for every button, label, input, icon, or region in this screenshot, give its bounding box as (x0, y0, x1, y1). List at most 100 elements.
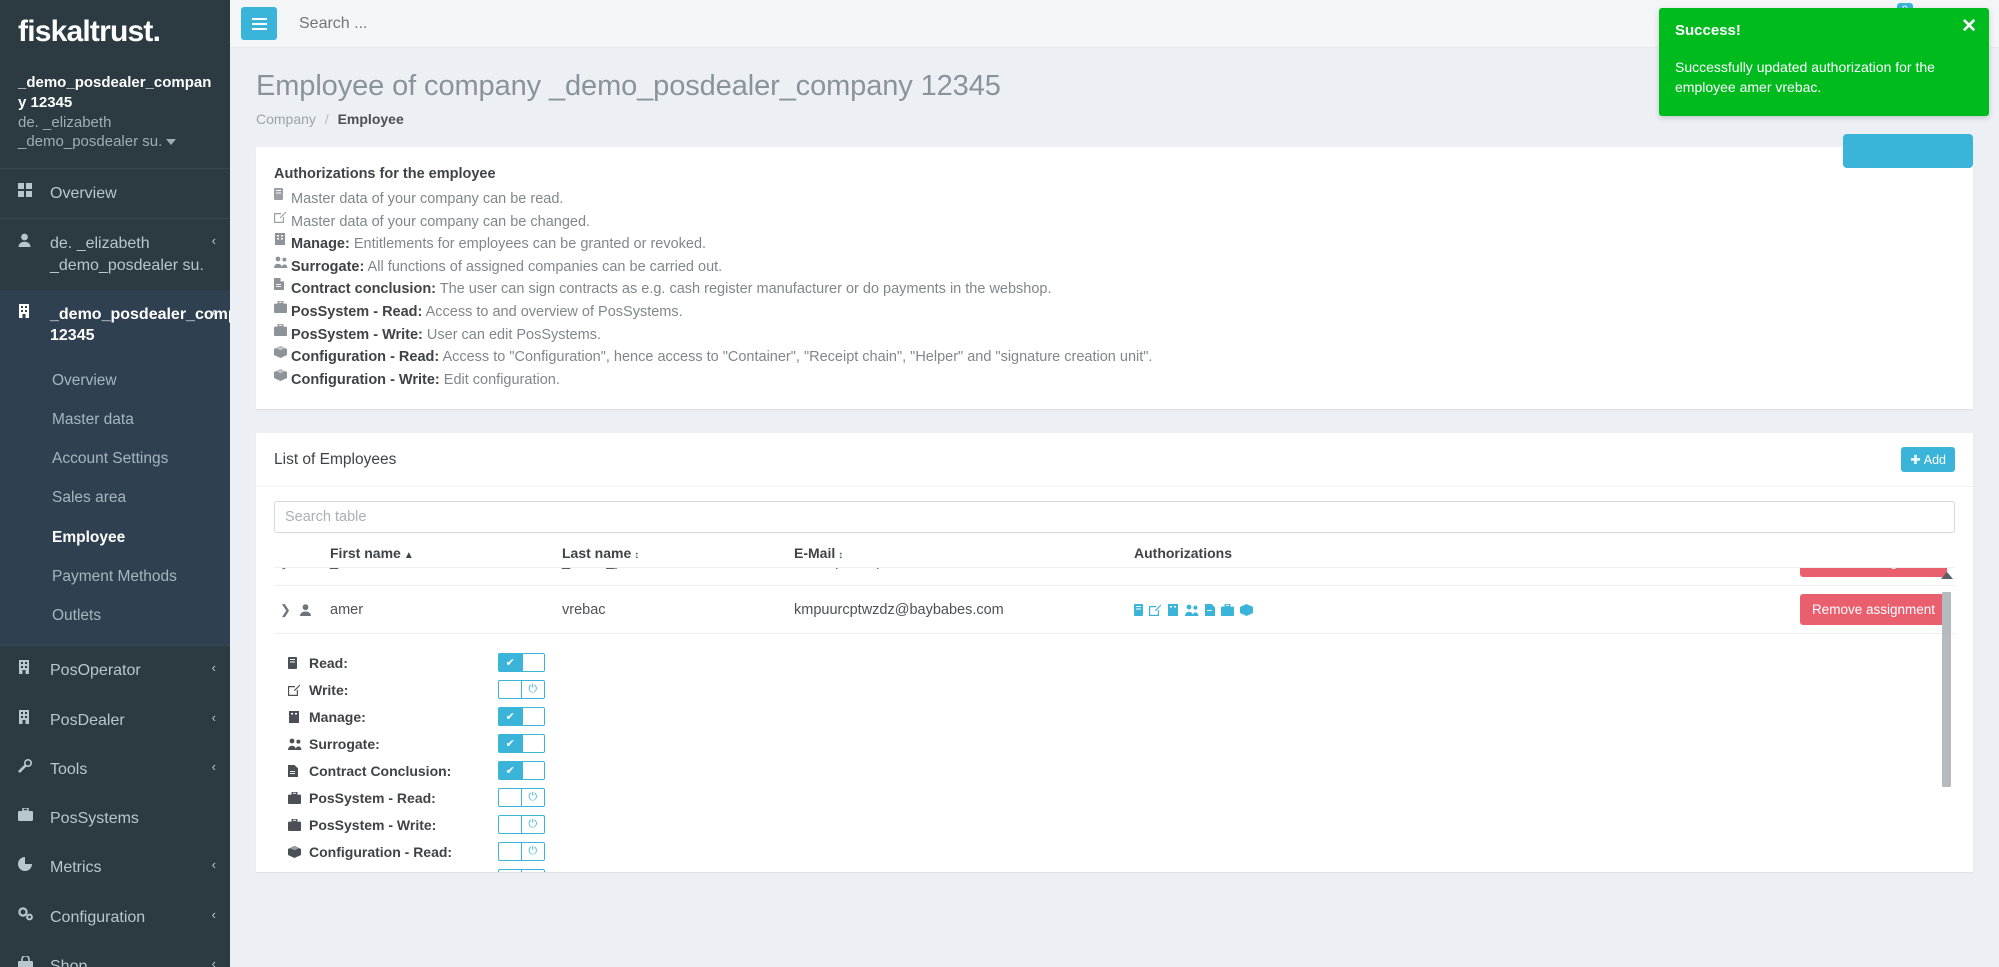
row-first-name: _elizabeth (330, 568, 562, 570)
toggle-label-write: Write: (288, 682, 498, 698)
sidebar-item-tools[interactable]: Tools ‹ (0, 745, 230, 794)
table-header-email[interactable]: E-Mail ↕ (794, 545, 1134, 561)
sidebar-item-shop[interactable]: Shop ‹ (0, 942, 230, 967)
breadcrumb-company[interactable]: Company (256, 111, 316, 127)
chevron-left-icon: ‹ (211, 906, 216, 922)
sidebar-item-payment-methods[interactable]: Payment Methods (0, 557, 230, 596)
toggle-configuration-write[interactable]: ⏻ (498, 869, 545, 873)
sidebar-item-account-settings[interactable]: Account Settings (0, 439, 230, 478)
configuration-icon (288, 845, 302, 858)
sidebar-nav-bottom: PosOperator ‹ PosDealer ‹ Tools ‹ PosSys… (0, 645, 230, 967)
sidebar-item-outlets[interactable]: Outlets (0, 596, 230, 635)
read-icon (288, 656, 302, 669)
auth-info-text: Master data of your company can be read. (291, 191, 564, 207)
table-row[interactable]: ❯ amer vrebac kmpuurcptwzdz@baybabes.com (274, 586, 1955, 635)
table-row[interactable]: ❯ _elizabeth _demo_posdealer demo-portal… (274, 567, 1955, 587)
auth-info-bold: Configuration - Write: (291, 371, 440, 388)
chevron-left-icon: ‹ (211, 660, 216, 676)
toggle-write[interactable]: ⏻ (498, 680, 545, 700)
page-header-action-button[interactable] (1843, 134, 1973, 168)
chevron-left-icon: ‹ (211, 857, 216, 873)
sidebar-item-employee[interactable]: Employee (0, 518, 230, 557)
sidebar-item-sales-area[interactable]: Sales area (0, 478, 230, 517)
sidebar-item-configuration[interactable]: Configuration ‹ (0, 893, 230, 942)
table-scroll-region: ❯ _elizabeth _demo_posdealer demo-portal… (274, 567, 1955, 873)
chevron-down-icon[interactable]: ❯ (280, 602, 291, 618)
auth-info-row: Master data of your company can be read. (274, 188, 1955, 211)
auth-info-desc: Access to "Configuration", hence access … (439, 349, 1153, 366)
auth-info-text: Master data of your company can be chang… (291, 213, 591, 230)
auth-info-text: Surrogate: All functions of assigned com… (291, 256, 722, 279)
search-input[interactable] (299, 14, 619, 33)
toggle-read[interactable]: ✔ (498, 653, 545, 673)
hamburger-icon[interactable] (241, 7, 277, 40)
contract-icon (1205, 567, 1215, 568)
briefcase-icon (18, 808, 40, 822)
authorizations-info-title: Authorizations for the employee (274, 166, 496, 182)
check-icon: ✔ (505, 738, 515, 751)
scrollbar-thumb[interactable] (1942, 592, 1951, 788)
table-header-last-name-label: Last name (562, 545, 632, 562)
sidebar-item-metrics[interactable]: Metrics ‹ (0, 843, 230, 892)
toggle-possystem-read[interactable]: ⏻ (498, 788, 545, 808)
auth-info-row: PosSystem - Write: User can edit PosSyst… (274, 323, 1955, 347)
toggle-row-read: Read: ✔ (288, 652, 1955, 673)
toggle-configuration-read[interactable]: ⏻ (498, 842, 545, 862)
toggle-surrogate[interactable]: ✔ (498, 734, 545, 754)
sidebar-nav: Overview de. _elizabeth _demo_posdealer … (0, 168, 230, 361)
toggle-label-write-text: Write: (309, 681, 349, 698)
user-panel-name-line2: _demo_posdealer su. (18, 133, 163, 151)
toggle-label-contract-conclusion: Contract Conclusion: (288, 763, 498, 779)
user-panel[interactable]: _demo_posdealer_company 12345 de. _eliza… (0, 63, 230, 168)
caret-down-icon[interactable] (166, 139, 177, 146)
table-header-authorizations-label: Authorizations (1134, 545, 1232, 562)
remove-assignment-button[interactable]: Remove assignment (1799, 568, 1947, 578)
check-icon: ✔ (505, 657, 515, 670)
sidebar-item-overview[interactable]: Overview (0, 168, 230, 218)
table-scrollbar[interactable] (1940, 568, 1953, 872)
row-email: demo-portal-posdealer@fiskaltrust.de (794, 568, 1134, 570)
auth-info-bold: Manage: (291, 236, 350, 253)
sidebar-item-company[interactable]: _demo_posdealer_company 12345 ‹ (0, 289, 230, 361)
grid-icon (18, 183, 40, 198)
power-icon: ⏻ (528, 818, 538, 831)
toggle-label-configuration-read-text: Configuration - Read: (309, 843, 453, 860)
success-toast[interactable]: Success! Successfully updated authorizat… (1659, 8, 1989, 116)
table-search-input[interactable] (274, 501, 1955, 534)
user-panel-name-line1: de. _elizabeth (18, 113, 112, 131)
brand-logo[interactable]: fiskaltrust. (0, 0, 230, 63)
person-icon (299, 604, 311, 616)
read-icon (1134, 567, 1143, 568)
auth-info-desc: Entitlements for employees can be grante… (349, 236, 707, 253)
toggle-row-configuration-write: Configuration - Write: ⏻ (288, 868, 1955, 873)
toggle-possystem-write[interactable]: ⏻ (498, 815, 545, 835)
close-icon[interactable]: ✕ (1961, 17, 1977, 36)
manage-icon (274, 233, 291, 246)
add-employee-label: Add (1923, 452, 1946, 467)
toggle-manage[interactable]: ✔ (498, 707, 545, 727)
sidebar-item-master-data[interactable]: Master data (0, 400, 230, 439)
sidebar-item-posoperator[interactable]: PosOperator ‹ (0, 645, 230, 695)
sidebar-item-tools-label: Tools (50, 760, 88, 778)
remove-assignment-button[interactable]: Remove assignment (1799, 594, 1947, 626)
gears-icon (18, 906, 40, 921)
configuration-icon (274, 368, 291, 381)
scroll-up-arrow-icon[interactable] (1940, 572, 1953, 580)
add-employee-button[interactable]: ✚ Add (1901, 447, 1955, 473)
table-header-last-name[interactable]: Last name ↕ (562, 545, 794, 561)
basket-icon (18, 955, 40, 967)
toggle-label-manage-text: Manage: (309, 708, 366, 725)
contract-icon (1205, 603, 1215, 616)
sidebar-item-user[interactable]: de. _elizabeth _demo_posdealer su. ‹ (0, 218, 230, 290)
sidebar-item-possystems[interactable]: PosSystems (0, 794, 230, 843)
sidebar-item-posdealer[interactable]: PosDealer ‹ (0, 696, 230, 745)
toggle-contract-conclusion[interactable]: ✔ (498, 761, 545, 781)
chevron-right-icon[interactable]: ❯ (280, 568, 291, 570)
sidebar-item-overview-sub[interactable]: Overview (0, 361, 230, 400)
auth-info-text: Contract conclusion: The user can sign c… (291, 278, 1052, 301)
toggle-label-possystem-read: PosSystem - Read: (288, 790, 498, 806)
sidebar-item-company-label: _demo_posdealer_company 12345 (50, 305, 230, 345)
toggle-label-configuration-write-text: Configuration - Write: (309, 871, 453, 873)
configuration-icon (1240, 603, 1253, 616)
table-header-first-name[interactable]: First name ▲ (330, 545, 562, 561)
